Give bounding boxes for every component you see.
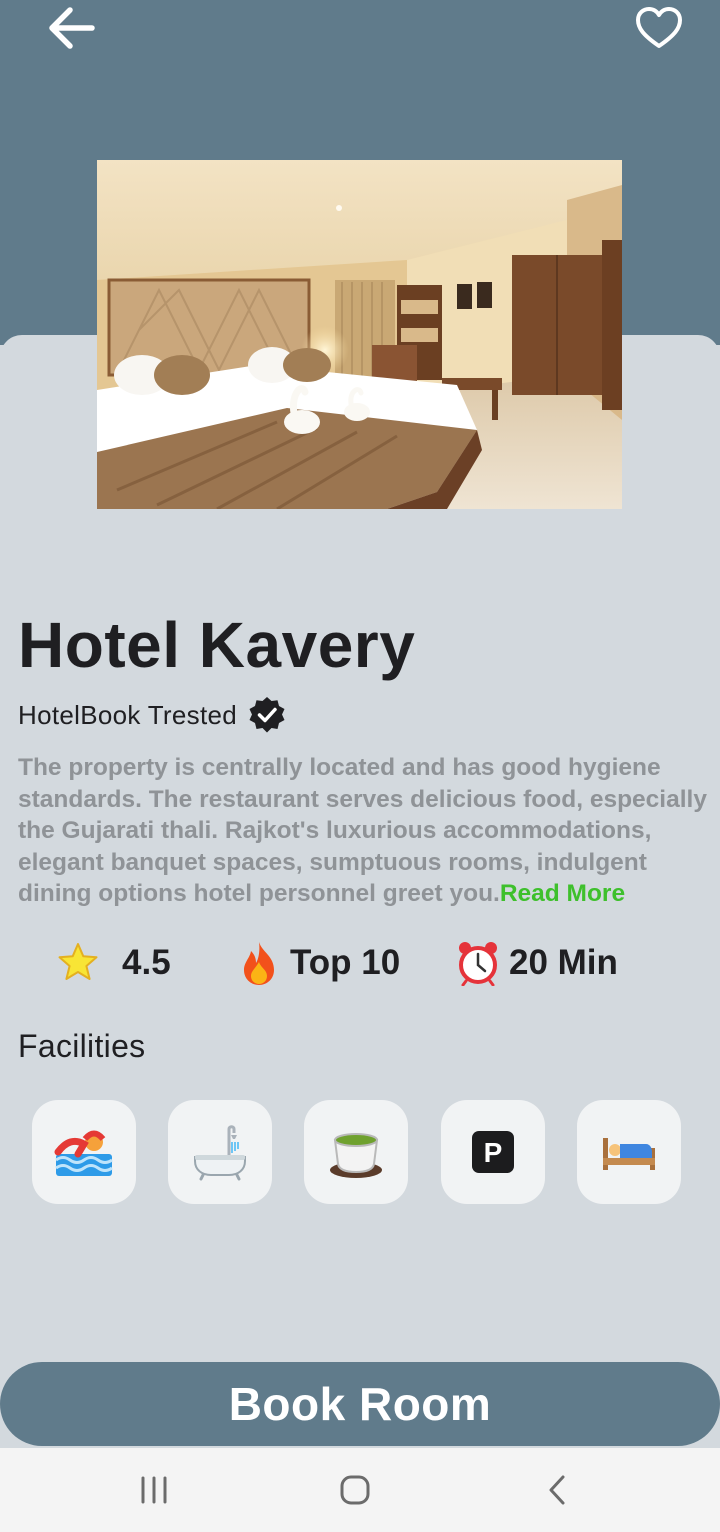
favorite-button[interactable] (634, 4, 684, 52)
fire-icon (244, 942, 274, 985)
alarm-clock-icon (459, 942, 497, 986)
star-icon (58, 943, 98, 980)
read-more-link[interactable]: Read More (500, 880, 625, 907)
home-icon (340, 1475, 370, 1505)
parking-icon: P (472, 1131, 514, 1173)
time-value: 20 Min (509, 943, 618, 982)
facility-swimming-pool[interactable] (32, 1100, 136, 1204)
facility-bathtub[interactable] (168, 1100, 272, 1204)
chevron-left-icon (549, 1475, 565, 1505)
system-back-button[interactable] (517, 1462, 597, 1518)
recent-apps-button[interactable] (114, 1462, 194, 1518)
recent-apps-icon (141, 1476, 167, 1504)
heart-outline-icon (636, 7, 682, 48)
system-navigation-bar (0, 1448, 720, 1532)
tea-icon (330, 1133, 382, 1178)
facility-parking[interactable]: P (441, 1100, 545, 1204)
hotel-room-photo (97, 160, 622, 509)
facility-bed[interactable] (577, 1100, 681, 1204)
facility-tea[interactable] (304, 1100, 408, 1204)
back-arrow-icon (49, 7, 95, 49)
svg-text:P: P (484, 1137, 503, 1168)
book-room-label: Book Room (228, 1378, 492, 1430)
hotel-description: The property is centrally located and ha… (18, 752, 718, 910)
stat-time: 20 Min (456, 938, 618, 988)
hotel-title: Hotel Kavery (18, 609, 416, 681)
trusted-row: HotelBook Trested (18, 695, 287, 735)
verified-badge-icon (249, 697, 285, 733)
home-button[interactable] (315, 1462, 395, 1518)
book-room-button[interactable]: Book Room (0, 1362, 720, 1446)
rank-value: Top 10 (290, 943, 401, 982)
stat-rank: Top 10 (238, 938, 400, 988)
bathtub-icon (194, 1125, 246, 1181)
trusted-label: HotelBook Trested (18, 699, 237, 730)
bed-icon (603, 1138, 655, 1170)
back-button[interactable] (42, 2, 98, 54)
rating-value: 4.5 (122, 943, 171, 982)
facilities-title: Facilities (18, 1028, 146, 1064)
swimming-icon (54, 1130, 113, 1176)
stat-rating: 4.5 (56, 938, 171, 988)
